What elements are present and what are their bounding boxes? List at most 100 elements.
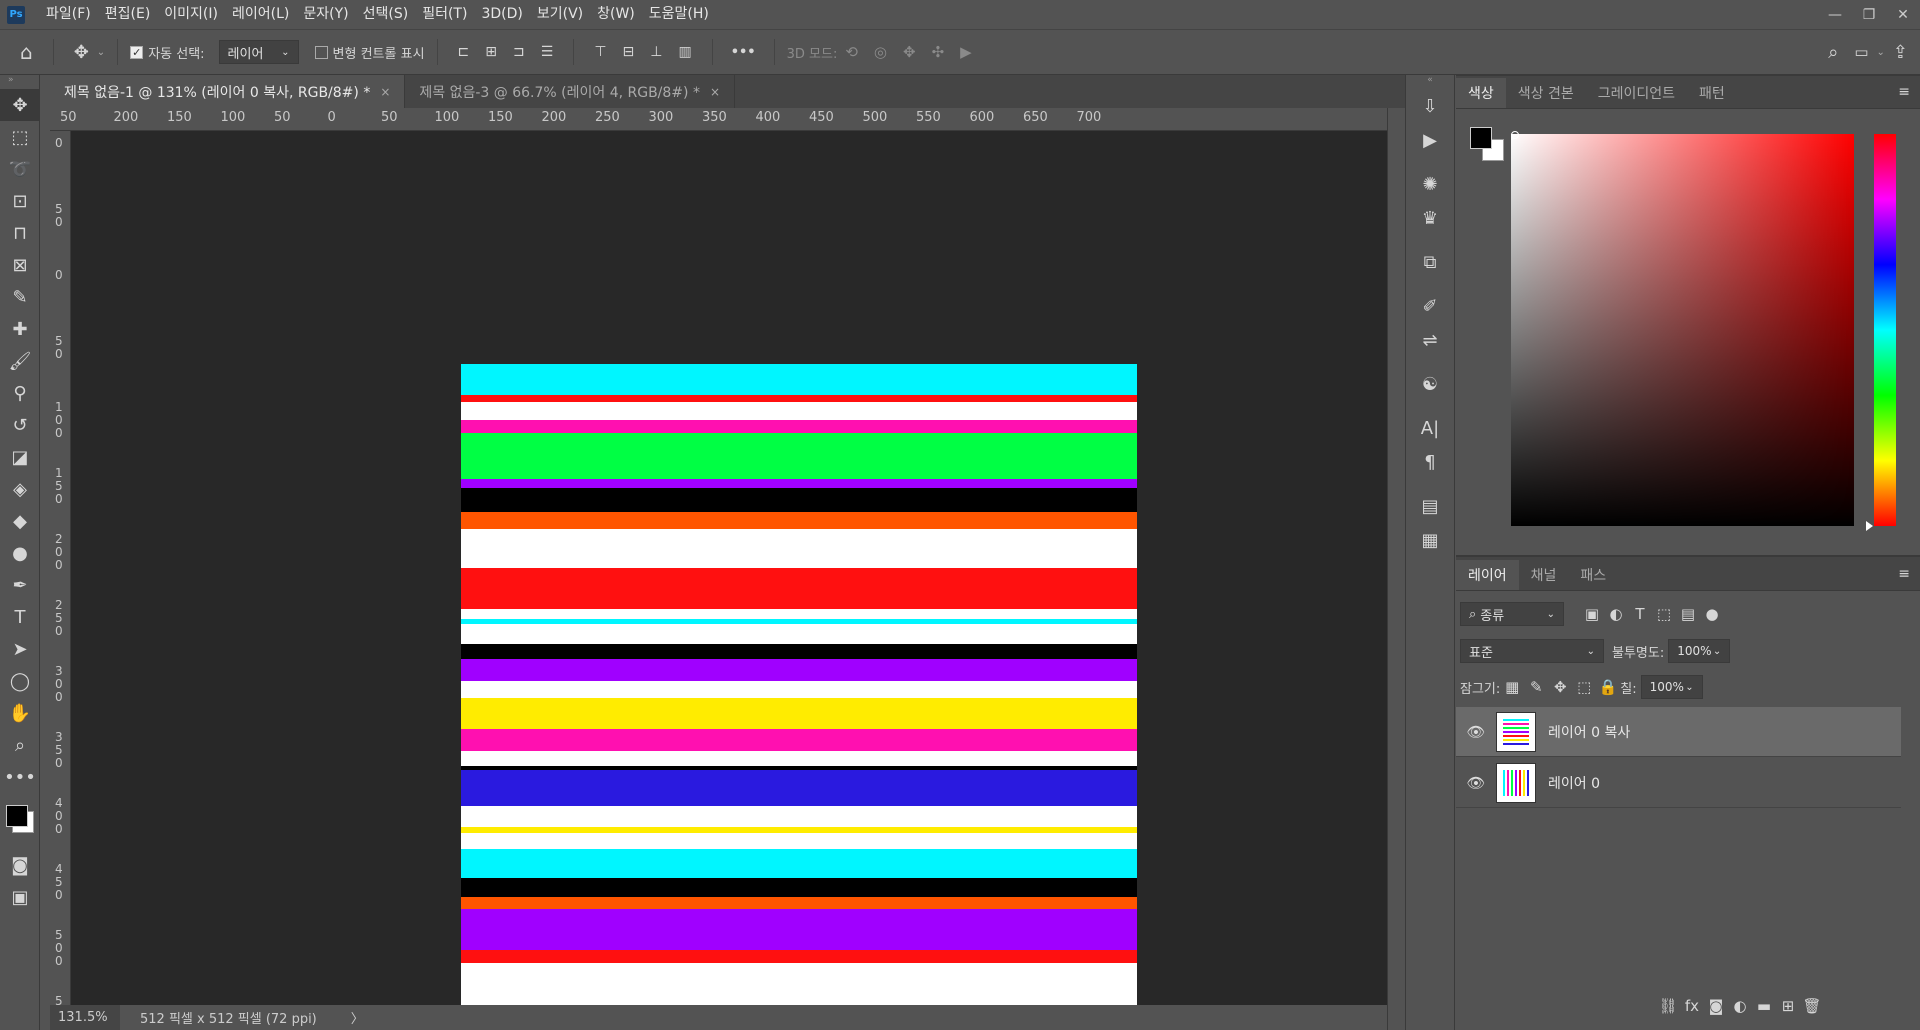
visibility-eye-icon[interactable]: 👁: [1456, 723, 1496, 741]
menu-item[interactable]: 도움말(H): [642, 0, 716, 29]
eraser-tool[interactable]: ◪: [0, 441, 40, 473]
brush-tool[interactable]: 🖌: [0, 345, 40, 377]
move-tool[interactable]: ✥: [0, 89, 40, 121]
menu-item[interactable]: 필터(T): [415, 0, 474, 29]
close-tab-icon[interactable]: ×: [710, 85, 720, 99]
screen-mode-icon[interactable]: ▣: [0, 881, 40, 913]
menu-item[interactable]: 보기(V): [530, 0, 590, 29]
close-tab-icon[interactable]: ×: [380, 85, 390, 99]
history-brush-tool[interactable]: ↺: [0, 409, 40, 441]
tab-document-3[interactable]: 제목 없음-3 @ 66.7% (레이어 4, RGB/8#) * ×: [405, 75, 736, 108]
tab-patterns[interactable]: 패턴: [1687, 78, 1737, 108]
lock-artboard-icon[interactable]: ⬚: [1572, 678, 1596, 696]
align-bottom-icon[interactable]: ⊥: [650, 44, 662, 60]
3d-icon[interactable]: ⧉: [1406, 245, 1454, 279]
path-select-tool[interactable]: ➤: [0, 633, 40, 665]
hue-slider[interactable]: [1874, 134, 1896, 526]
chevron-down-icon[interactable]: ⌄: [97, 47, 105, 58]
new-group-icon[interactable]: ▬: [1752, 997, 1776, 1015]
delete-layer-icon[interactable]: 🗑: [1800, 997, 1824, 1015]
distribute-icon[interactable]: ☰: [541, 44, 554, 60]
minimize-button[interactable]: —: [1818, 0, 1852, 29]
link-layers-icon[interactable]: ⛓: [1656, 997, 1680, 1015]
adjustment-layer-icon[interactable]: ◐: [1728, 997, 1752, 1015]
lock-transparent-icon[interactable]: ▦: [1500, 678, 1524, 696]
type-tool[interactable]: T: [0, 601, 40, 633]
align-middle-icon[interactable]: ⊟: [623, 44, 635, 60]
auto-select-dropdown[interactable]: 레이어 ⌄: [218, 40, 299, 64]
foreground-color-swatch[interactable]: [6, 805, 28, 827]
healing-brush-tool[interactable]: ✚: [0, 313, 40, 345]
pen-tool[interactable]: ✒: [0, 569, 40, 601]
character-icon[interactable]: A|: [1406, 411, 1454, 445]
object-select-tool[interactable]: ⊡: [0, 185, 40, 217]
add-mask-icon[interactable]: ◙: [1704, 997, 1728, 1015]
tab-channels[interactable]: 채널: [1519, 560, 1569, 590]
lock-image-icon[interactable]: ✎: [1524, 678, 1548, 696]
tab-layers[interactable]: 레이어: [1456, 560, 1519, 590]
collapse-icon[interactable]: »: [0, 75, 39, 89]
tab-gradients[interactable]: 그레이디언트: [1586, 78, 1687, 108]
menu-item[interactable]: 이미지(I): [157, 0, 225, 29]
align-right-icon[interactable]: ⊐: [513, 44, 525, 60]
lock-all-icon[interactable]: 🔒: [1596, 678, 1620, 696]
panel-menu-icon[interactable]: ≡: [1888, 84, 1920, 108]
workspace-icon[interactable]: ▭: [1854, 43, 1868, 61]
crop-tool[interactable]: ⊓: [0, 217, 40, 249]
brush-presets-icon[interactable]: ✐: [1406, 289, 1454, 323]
paint-bucket-tool[interactable]: ◈: [0, 473, 40, 505]
quick-mask-icon[interactable]: ◙: [0, 849, 40, 881]
tab-paths[interactable]: 패스: [1568, 560, 1618, 590]
chevron-down-icon[interactable]: ⌄: [1877, 47, 1885, 58]
menu-item[interactable]: 창(W): [590, 0, 642, 29]
tab-document-1[interactable]: 제목 없음-1 @ 131% (레이어 0 복사, RGB/8#) * ×: [50, 75, 406, 108]
layer-filter-dropdown[interactable]: ⌕ 종류 ⌄: [1460, 602, 1564, 626]
actions-play-icon[interactable]: ▶: [1406, 123, 1454, 157]
menu-item[interactable]: 파일(F): [39, 0, 98, 29]
hue-slider-handle[interactable]: [1866, 521, 1873, 531]
paragraph-icon[interactable]: ¶: [1406, 445, 1454, 479]
brush-settings-icon[interactable]: ✺: [1406, 167, 1454, 201]
layer-style-icon[interactable]: fx: [1680, 997, 1704, 1015]
dodge-tool[interactable]: ●: [0, 537, 40, 569]
zoom-tool[interactable]: ⌕: [0, 729, 40, 761]
tab-color[interactable]: 색상: [1456, 78, 1506, 108]
zoom-level[interactable]: 131.5%: [50, 1005, 120, 1030]
ellipse-tool[interactable]: ◯: [0, 665, 40, 697]
filter-toggle-icon[interactable]: ●: [1700, 605, 1724, 623]
document-canvas[interactable]: [461, 364, 1137, 1030]
menu-item[interactable]: 편집(E): [98, 0, 158, 29]
properties-icon[interactable]: ▤: [1406, 489, 1454, 523]
status-arrow-icon[interactable]: 〉: [351, 1008, 364, 1027]
history-icon[interactable]: ⇩: [1406, 89, 1454, 123]
saturation-brightness-field[interactable]: [1511, 134, 1854, 526]
search-icon[interactable]: ⌕: [1828, 42, 1838, 63]
notes-icon[interactable]: ▦: [1406, 523, 1454, 557]
align-left-icon[interactable]: ⊏: [458, 44, 470, 60]
home-icon[interactable]: ⌂: [20, 40, 33, 64]
restore-button[interactable]: ❐: [1852, 0, 1886, 29]
filter-shape-icon[interactable]: ⬚: [1652, 605, 1676, 623]
filter-smart-object-icon[interactable]: ▤: [1676, 605, 1700, 623]
vertical-scrollbar[interactable]: [1387, 108, 1405, 1030]
layer-row[interactable]: 👁 레이어 0 복사: [1456, 707, 1901, 757]
clone-stamp-tool[interactable]: ⚲: [0, 377, 40, 409]
new-layer-icon[interactable]: ⊞: [1776, 997, 1800, 1015]
tab-swatches[interactable]: 색상 견본: [1506, 78, 1586, 108]
distribute-vertical-icon[interactable]: ▥: [678, 44, 691, 60]
menu-item[interactable]: 문자(Y): [296, 0, 355, 29]
color-swatches[interactable]: [0, 793, 39, 849]
edit-toolbar-icon[interactable]: •••: [0, 761, 40, 793]
layer-row[interactable]: 👁 레이어 0: [1456, 758, 1901, 808]
opacity-field[interactable]: 100% ⌄: [1668, 639, 1731, 663]
menu-item[interactable]: 선택(S): [356, 0, 416, 29]
more-options-button[interactable]: •••: [731, 45, 756, 60]
align-top-icon[interactable]: ⊤: [594, 44, 606, 60]
lasso-tool[interactable]: ➰: [0, 153, 40, 185]
filter-pixel-icon[interactable]: ▣: [1580, 605, 1604, 623]
marquee-tool[interactable]: ⬚: [0, 121, 40, 153]
visibility-eye-icon[interactable]: 👁: [1456, 774, 1496, 792]
canvas-area[interactable]: [71, 131, 1387, 1030]
auto-select-checkbox[interactable]: ✓: [130, 45, 144, 59]
eyedropper-tool[interactable]: ✎: [0, 281, 40, 313]
